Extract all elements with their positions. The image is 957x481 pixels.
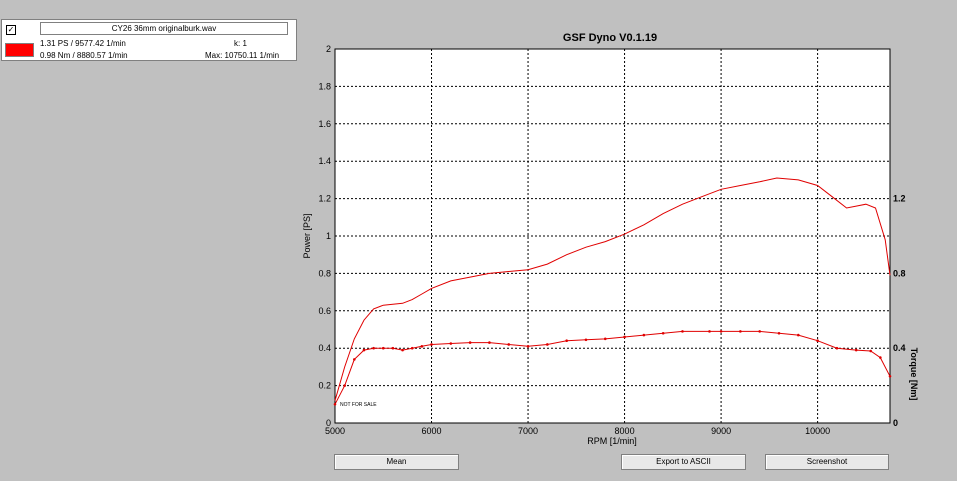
torque-point bbox=[797, 333, 800, 337]
torque-point bbox=[381, 346, 385, 350]
y-tick-label: 1.6 bbox=[318, 119, 331, 129]
torque-point bbox=[449, 342, 453, 345]
x-tick-label: 7000 bbox=[518, 426, 538, 436]
x-axis-label: RPM [1/min] bbox=[587, 436, 637, 446]
y2-axis-ticks: 0 0.4 0.8 1.2 bbox=[893, 194, 906, 428]
torque-point bbox=[468, 341, 472, 344]
y-tick-label: 0 bbox=[326, 418, 331, 428]
torque-point bbox=[391, 346, 395, 350]
x-tick-label: 9000 bbox=[711, 426, 731, 436]
export-ascii-button[interactable]: Export to ASCII bbox=[621, 454, 746, 470]
torque-point bbox=[372, 346, 375, 350]
torque-point bbox=[526, 345, 530, 348]
torque-point bbox=[719, 330, 723, 333]
y-tick-label: 0.2 bbox=[318, 381, 331, 391]
x-axis-ticks: 5000 6000 7000 8000 9000 10000 bbox=[325, 426, 830, 436]
y-tick-label: 1 bbox=[326, 231, 331, 241]
torque-point bbox=[777, 331, 781, 335]
y-tick-label: 1.2 bbox=[318, 194, 331, 204]
torque-point bbox=[507, 343, 511, 346]
torque-point bbox=[739, 330, 742, 333]
torque-point bbox=[681, 330, 684, 333]
torque-point bbox=[420, 345, 424, 348]
x-tick-label: 8000 bbox=[615, 426, 635, 436]
y-tick-label: 1.8 bbox=[318, 81, 331, 91]
torque-point bbox=[410, 346, 414, 350]
watermark: NOT FOR SALE bbox=[340, 402, 377, 408]
y2-axis-label: Torque [Nm] bbox=[909, 348, 919, 401]
torque-point bbox=[642, 333, 646, 337]
x-tick-label: 6000 bbox=[422, 426, 442, 436]
mean-button[interactable]: Mean bbox=[334, 454, 459, 470]
torque-point bbox=[879, 356, 882, 359]
y-tick-label: 0.6 bbox=[318, 306, 331, 316]
y-tick-label: 0.4 bbox=[318, 343, 331, 353]
chart-title: GSF Dyno V0.1.19 bbox=[563, 32, 657, 44]
y-tick-label: 2 bbox=[326, 44, 331, 54]
y-tick-label: 1.4 bbox=[318, 156, 331, 166]
y-axis-label: Power [PS] bbox=[302, 213, 312, 258]
torque-point bbox=[816, 339, 819, 343]
y2-tick-label: 0.4 bbox=[893, 343, 906, 353]
dyno-chart: GSF Dyno V0.1.19 5000 6000 7000 8000 9000 100… bbox=[302, 32, 919, 446]
torque-point bbox=[353, 358, 356, 361]
torque-point bbox=[565, 339, 568, 343]
torque-point bbox=[430, 343, 433, 346]
y2-tick-label: 1.2 bbox=[893, 194, 906, 204]
torque-point bbox=[869, 349, 872, 353]
torque-point bbox=[758, 330, 761, 333]
torque-point bbox=[546, 343, 549, 346]
y-axis-ticks: 0 0.2 0.4 0.6 0.8 1 1.2 1.4 1.6 1.8 2 bbox=[318, 44, 331, 428]
torque-point bbox=[603, 337, 607, 341]
torque-point bbox=[835, 346, 839, 350]
torque-point bbox=[623, 335, 626, 339]
torque-point bbox=[488, 341, 491, 344]
torque-point bbox=[888, 374, 892, 378]
torque-point bbox=[708, 330, 711, 333]
x-tick-label: 10000 bbox=[805, 426, 830, 436]
screenshot-button[interactable]: Screenshot bbox=[765, 454, 889, 470]
torque-point bbox=[401, 348, 404, 352]
y2-tick-label: 0.8 bbox=[893, 268, 906, 278]
torque-point bbox=[333, 403, 337, 406]
torque-point bbox=[362, 348, 366, 352]
torque-point bbox=[343, 384, 346, 387]
torque-point bbox=[661, 331, 665, 335]
y2-tick-label: 0 bbox=[893, 418, 898, 428]
torque-point bbox=[584, 338, 588, 342]
torque-point bbox=[854, 348, 858, 352]
y-tick-label: 0.8 bbox=[318, 268, 331, 278]
